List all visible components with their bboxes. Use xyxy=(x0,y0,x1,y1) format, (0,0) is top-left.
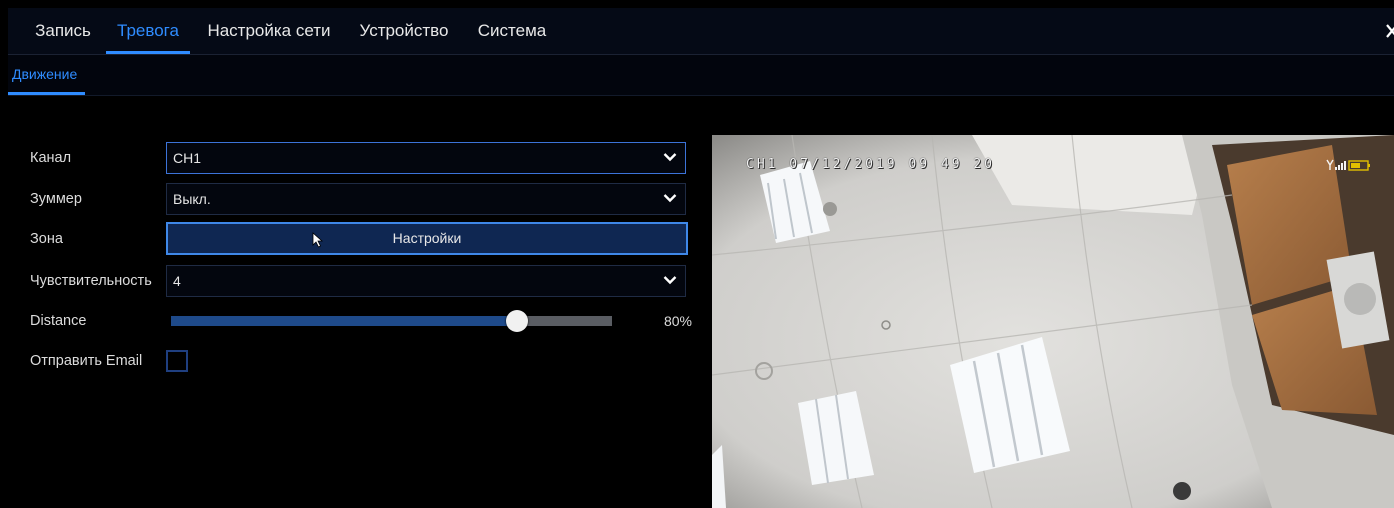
chevron-down-icon xyxy=(663,153,677,162)
main-tab-bar: Запись Тревога Настройка сети Устройство… xyxy=(8,8,1394,55)
camera-image xyxy=(712,135,1394,508)
distance-label: Distance xyxy=(30,313,87,329)
distance-value: 80% xyxy=(663,313,692,329)
zone-label: Зона xyxy=(30,231,63,247)
send-email-checkbox[interactable] xyxy=(166,350,188,372)
camera-preview: CH1 07/12/2019 09 49 20 xyxy=(712,135,1394,508)
signal-battery-icon xyxy=(1326,159,1370,171)
zone-settings-button[interactable]: Настройки xyxy=(166,222,688,255)
mouse-cursor-icon xyxy=(312,232,324,248)
buzzer-value: Выкл. xyxy=(173,191,211,207)
buzzer-select[interactable]: Выкл. xyxy=(166,183,686,215)
channel-value: CH1 xyxy=(173,150,202,166)
camera-osd-text: CH1 07/12/2019 09 49 20 xyxy=(746,157,996,172)
tab-record[interactable]: Запись xyxy=(34,8,92,54)
subtab-motion[interactable]: Движение xyxy=(8,55,86,95)
distance-slider-handle[interactable] xyxy=(505,310,528,332)
buzzer-label: Зуммер xyxy=(30,191,82,207)
sensitivity-select[interactable]: 4 xyxy=(166,265,686,297)
close-icon[interactable] xyxy=(1384,22,1394,40)
tab-device[interactable]: Устройство xyxy=(356,8,452,54)
tab-network-settings[interactable]: Настройка сети xyxy=(204,8,334,54)
channel-label: Канал xyxy=(30,150,72,166)
channel-select[interactable]: CH1 xyxy=(166,142,686,174)
send-email-label: Отправить Email xyxy=(30,353,143,369)
tab-system[interactable]: Система xyxy=(475,8,549,54)
chevron-down-icon xyxy=(663,194,677,203)
distance-slider-fill xyxy=(171,316,517,326)
chevron-down-icon xyxy=(663,276,677,285)
sensitivity-value: 4 xyxy=(173,273,181,289)
distance-slider[interactable] xyxy=(171,310,612,332)
settings-window: Запись Тревога Настройка сети Устройство… xyxy=(8,0,1394,508)
sub-tab-bar: Движение xyxy=(8,55,1394,96)
sensitivity-label: Чувствительность xyxy=(30,273,152,289)
tab-alarm[interactable]: Тревога xyxy=(106,8,190,54)
